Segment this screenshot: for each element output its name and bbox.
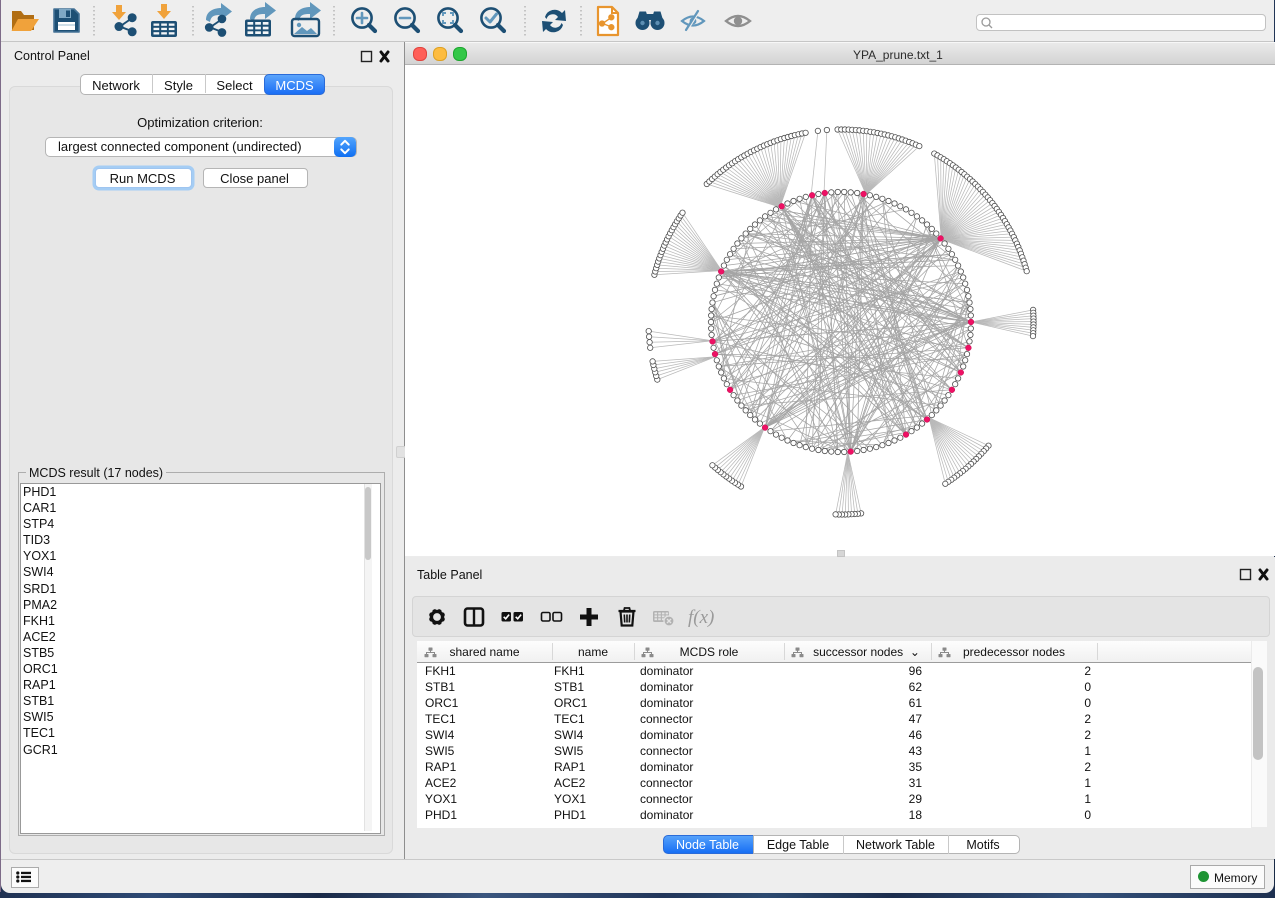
svg-text:f(x): f(x) bbox=[688, 607, 714, 628]
